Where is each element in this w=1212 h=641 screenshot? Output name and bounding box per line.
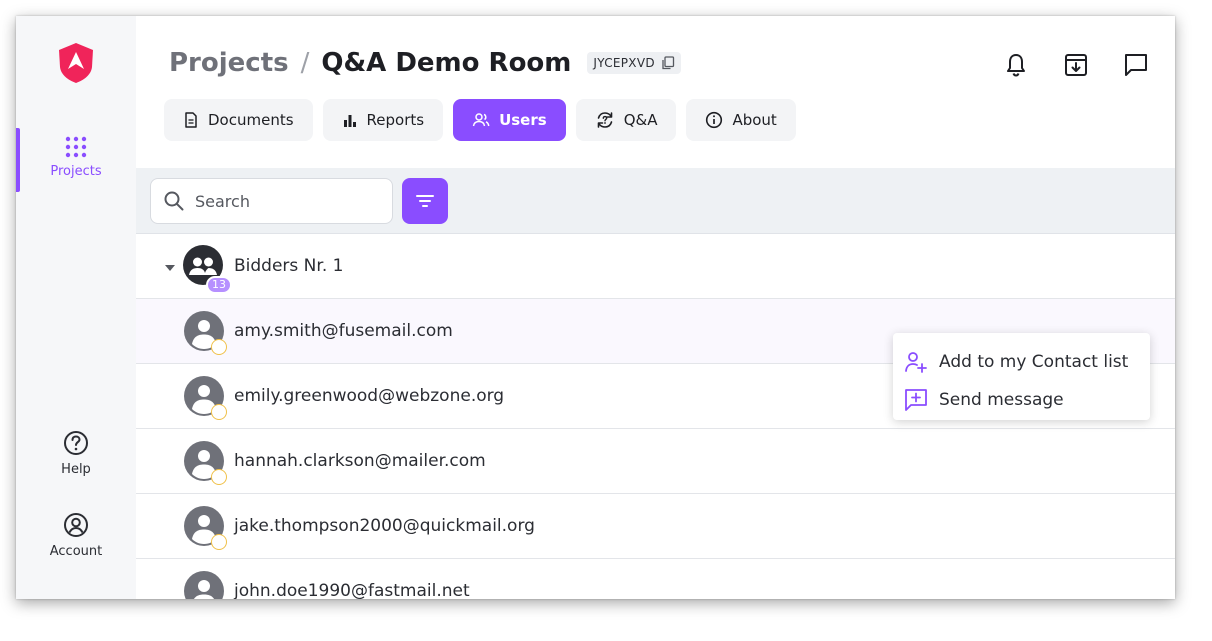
user-email: emily.greenwood@webzone.org	[234, 386, 505, 406]
menu-item-add-contact[interactable]: Add to my Contact list	[893, 343, 1150, 381]
group-name: Bidders Nr. 1	[234, 256, 344, 276]
breadcrumb: Projects / Q&A Demo Room JYCEPXVD	[169, 48, 681, 78]
search-icon	[164, 191, 184, 211]
shield-logo[interactable]	[57, 42, 95, 84]
tab-label: Users	[499, 111, 547, 129]
app-window: Projects Help Account Projects / Q&A Dem…	[16, 16, 1175, 599]
bell-icon[interactable]	[1003, 52, 1029, 78]
document-icon	[185, 112, 197, 128]
menu-item-send-message[interactable]: Send message	[893, 381, 1150, 419]
user-email: john.doe1990@fastmail.net	[234, 581, 470, 599]
active-indicator	[16, 128, 20, 192]
room-code-text: JYCEPXVD	[593, 56, 655, 70]
user-email: jake.thompson2000@quickmail.org	[234, 516, 535, 536]
breadcrumb-separator: /	[300, 48, 310, 78]
grid-dots-icon	[65, 136, 87, 158]
archive-download-icon[interactable]	[1063, 52, 1089, 78]
page-title: Q&A Demo Room	[321, 48, 572, 78]
add-contact-icon	[905, 352, 927, 373]
tab-label: Reports	[366, 111, 425, 129]
chat-icon[interactable]	[1123, 52, 1149, 78]
tab-label: Documents	[208, 111, 294, 129]
tab-label: About	[732, 111, 777, 129]
user-email: hannah.clarkson@mailer.com	[234, 451, 486, 471]
users-icon	[472, 113, 490, 127]
users-toolbar	[136, 168, 1175, 234]
sidebar-item-help[interactable]: Help	[16, 430, 136, 477]
tab-users[interactable]: Users	[453, 99, 566, 141]
tab-qa[interactable]: Q&A	[575, 99, 677, 141]
tab-reports[interactable]: Reports	[322, 99, 444, 141]
tab-bar: Documents Reports Users Q&A About	[164, 99, 796, 141]
help-circle-icon	[64, 431, 88, 455]
user-avatar-icon	[184, 571, 224, 599]
menu-item-label: Send message	[939, 390, 1064, 410]
sidebar: Projects Help Account	[16, 16, 136, 599]
status-indicator	[211, 534, 227, 550]
status-indicator	[211, 404, 227, 420]
filter-button[interactable]	[402, 178, 448, 224]
status-indicator	[211, 339, 227, 355]
status-indicator	[211, 469, 227, 485]
filter-icon	[416, 195, 434, 207]
copy-icon[interactable]	[661, 56, 675, 70]
tab-documents[interactable]: Documents	[164, 99, 313, 141]
user-row[interactable]: jake.thompson2000@quickmail.org	[136, 494, 1175, 559]
tab-label: Q&A	[623, 111, 658, 129]
search-box[interactable]	[150, 178, 393, 224]
room-code-badge[interactable]: JYCEPXVD	[587, 52, 681, 74]
refresh-question-icon	[597, 112, 612, 128]
sidebar-item-label: Projects	[50, 164, 102, 179]
sidebar-item-projects[interactable]: Projects	[16, 128, 136, 192]
message-plus-icon	[905, 389, 927, 411]
search-input[interactable]	[195, 191, 365, 211]
user-context-menu: Add to my Contact list Send message	[893, 333, 1150, 420]
tab-about[interactable]: About	[686, 99, 796, 141]
menu-item-label: Add to my Contact list	[939, 352, 1129, 372]
user-row[interactable]: john.doe1990@fastmail.net	[136, 559, 1175, 599]
member-count-badge: 13	[206, 276, 232, 294]
breadcrumb-projects-link[interactable]: Projects	[169, 48, 289, 78]
caret-down-icon[interactable]	[164, 264, 176, 272]
header-actions	[1003, 52, 1149, 78]
account-circle-icon	[64, 513, 88, 537]
user-row[interactable]: hannah.clarkson@mailer.com	[136, 429, 1175, 494]
sidebar-item-label: Account	[49, 544, 103, 559]
info-icon	[706, 111, 723, 129]
bar-chart-icon	[343, 115, 356, 127]
sidebar-item-label: Help	[61, 462, 91, 477]
group-row[interactable]: 13 Bidders Nr. 1	[136, 234, 1175, 299]
user-email: amy.smith@fusemail.com	[234, 321, 453, 341]
sidebar-item-account[interactable]: Account	[16, 512, 136, 559]
page-header: Projects / Q&A Demo Room JYCEPXVD Docume…	[136, 16, 1175, 168]
